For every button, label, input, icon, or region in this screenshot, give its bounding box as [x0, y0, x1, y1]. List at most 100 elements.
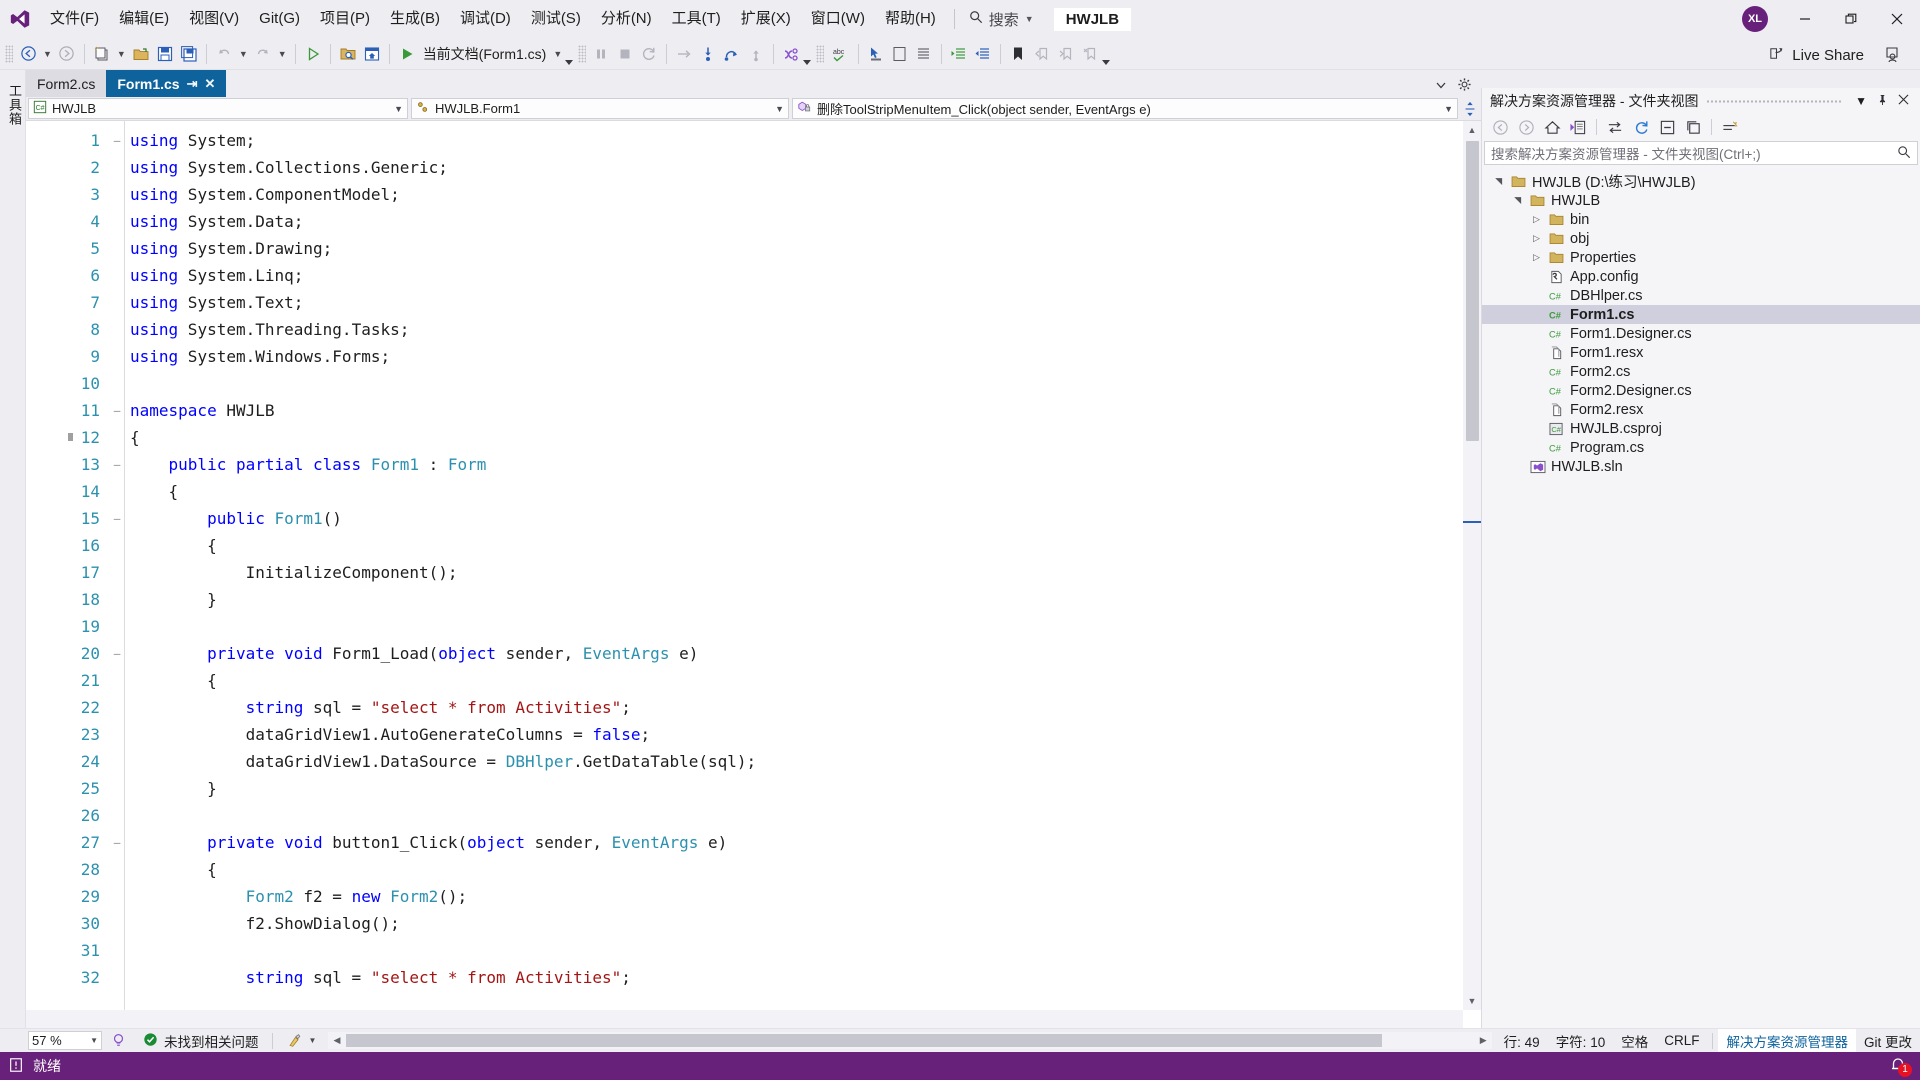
tree-item[interactable]: Form2.resx: [1482, 400, 1920, 419]
forward-icon[interactable]: [1514, 116, 1538, 138]
tree-item[interactable]: App.config: [1482, 267, 1920, 286]
menu-item-file[interactable]: 文件(F): [40, 0, 109, 38]
undo-icon[interactable]: [212, 40, 236, 68]
collapsed-twisty-icon[interactable]: ▷: [1530, 214, 1543, 225]
new-project-icon[interactable]: [90, 40, 114, 68]
expanded-twisty-icon[interactable]: ◢: [1512, 194, 1523, 207]
navbar-type-dropdown[interactable]: HWJLB.Form1 ▼: [411, 98, 789, 119]
code-text[interactable]: 1– using System; 2 using System.Collections…: [26, 127, 1481, 1028]
global-search-box[interactable]: 搜索 ▼: [963, 6, 1040, 32]
toolbar-grip[interactable]: [5, 44, 13, 63]
redo-dropdown-icon[interactable]: ▼: [275, 49, 290, 59]
toolbar-grip[interactable]: [816, 44, 825, 63]
code-line[interactable]: 9 using System.Windows.Forms;: [26, 343, 1481, 370]
code-line[interactable]: 8 using System.Threading.Tasks;: [26, 316, 1481, 343]
pin-panel-icon[interactable]: [1872, 94, 1893, 109]
solution-explorer-tree[interactable]: ◢ HWJLB (D:\练习\HWJLB) ◢ HWJLB ▷ bin ▷ obj ▷ Prope…: [1482, 168, 1920, 476]
pointer-select-icon[interactable]: [864, 40, 888, 68]
code-line[interactable]: 23 dataGridView1.AutoGenerateColumns = f…: [26, 721, 1481, 748]
run-target-dropdown-icon[interactable]: ▼: [550, 49, 565, 59]
live-share-session-icon[interactable]: [1884, 44, 1904, 69]
active-files-dropdown-icon[interactable]: [1435, 78, 1447, 96]
navbar-project-dropdown[interactable]: C# HWJLB ▼: [28, 98, 408, 119]
toolbox-tab[interactable]: 工具箱: [5, 84, 24, 126]
code-cleanup-button[interactable]: ▼: [278, 1033, 325, 1049]
toolbar-grip[interactable]: [578, 44, 587, 63]
fold-marker-icon[interactable]: –: [110, 127, 124, 154]
chevron-down-icon[interactable]: ▼: [1025, 14, 1034, 24]
menu-item-tools[interactable]: 工具(T): [662, 0, 731, 38]
tree-item[interactable]: ▷ bin: [1482, 210, 1920, 229]
start-without-debugging-icon[interactable]: [301, 40, 325, 68]
code-line[interactable]: 13– public partial class Form1 : Form: [26, 451, 1481, 478]
tree-item[interactable]: ▷ obj: [1482, 229, 1920, 248]
home-window-icon[interactable]: [360, 40, 384, 68]
code-line[interactable]: 29 Form2 f2 = new Form2();: [26, 883, 1481, 910]
show-next-statement-icon[interactable]: [672, 40, 696, 68]
scroll-right-arrow-icon[interactable]: ▶: [1475, 1032, 1492, 1049]
stop-icon[interactable]: [613, 40, 637, 68]
menu-item-build[interactable]: 生成(B): [380, 0, 450, 38]
navigate-back-dropdown-icon[interactable]: ▼: [40, 49, 55, 59]
expand-editor-splitter-icon[interactable]: [1459, 97, 1481, 120]
code-line[interactable]: 6 using System.Linq;: [26, 262, 1481, 289]
code-line[interactable]: 12 {: [26, 424, 1481, 451]
new-project-dropdown-icon[interactable]: ▼: [114, 49, 129, 59]
chevron-down-icon[interactable]: ▼: [386, 104, 403, 114]
bottom-horizontal-scrollbar[interactable]: ◀ ▶: [328, 1032, 1492, 1049]
search-folder-icon[interactable]: [336, 40, 360, 68]
bottom-scroll-thumb[interactable]: [346, 1034, 1382, 1047]
code-line[interactable]: 21 {: [26, 667, 1481, 694]
code-line[interactable]: 11– namespace HWJLB: [26, 397, 1481, 424]
fold-marker-icon[interactable]: –: [110, 640, 124, 667]
close-panel-icon[interactable]: [1893, 94, 1914, 108]
run-toolbar-overflow-icon[interactable]: [565, 41, 574, 67]
fold-marker-icon[interactable]: –: [110, 397, 124, 424]
avatar[interactable]: XL: [1742, 6, 1768, 32]
start-debugging-icon[interactable]: [395, 40, 419, 68]
pin-tab-icon[interactable]: ⇥: [187, 76, 198, 92]
editor-tab-form1[interactable]: Form1.cs ⇥ ✕: [106, 70, 227, 97]
clear-bookmarks-icon[interactable]: [1078, 40, 1102, 68]
menu-item-analyze[interactable]: 分析(N): [591, 0, 662, 38]
code-line[interactable]: 22 string sql = "select * from Activitie…: [26, 694, 1481, 721]
chevron-down-icon[interactable]: ▼: [90, 1036, 98, 1045]
menu-item-test[interactable]: 测试(S): [521, 0, 591, 38]
chevron-down-icon[interactable]: ▼: [1436, 104, 1453, 114]
code-line[interactable]: 1– using System;: [26, 127, 1481, 154]
sync-with-active-document-icon[interactable]: [1603, 116, 1627, 138]
tree-item[interactable]: C# Form2.Designer.cs: [1482, 381, 1920, 400]
expanded-twisty-icon[interactable]: ◢: [1493, 175, 1504, 188]
save-icon[interactable]: [153, 40, 177, 68]
pause-icon[interactable]: [589, 40, 613, 68]
show-all-files-icon[interactable]: [1681, 116, 1705, 138]
code-line[interactable]: 17 InitializeComponent();: [26, 559, 1481, 586]
switch-views-icon[interactable]: [1566, 116, 1590, 138]
back-icon[interactable]: [1488, 116, 1512, 138]
edit-toolbar-overflow-icon[interactable]: [1102, 41, 1111, 67]
code-line[interactable]: 10: [26, 370, 1481, 397]
panel-menu-chevron-icon[interactable]: ▼: [1850, 94, 1872, 108]
live-share-button[interactable]: Live Share: [1768, 42, 1864, 68]
code-line[interactable]: 20– private void Form1_Load(object sende…: [26, 640, 1481, 667]
code-line[interactable]: 5 using System.Drawing;: [26, 235, 1481, 262]
code-line[interactable]: 27– private void button1_Click(object se…: [26, 829, 1481, 856]
editor-vertical-scrollbar[interactable]: ▲ ▼: [1463, 121, 1481, 1010]
tree-item[interactable]: ◢ HWJLB (D:\练习\HWJLB): [1482, 172, 1920, 191]
code-line[interactable]: 26: [26, 802, 1481, 829]
scroll-up-arrow-icon[interactable]: ▲: [1463, 121, 1481, 139]
pane-tab-solution-explorer[interactable]: 解决方案资源管理器: [1718, 1028, 1856, 1053]
redo-icon[interactable]: [251, 40, 275, 68]
minimize-button[interactable]: [1782, 0, 1828, 38]
code-editor[interactable]: 1– using System; 2 using System.Collections…: [26, 121, 1481, 1028]
editor-horizontal-scrollbar[interactable]: [26, 1010, 1463, 1028]
undo-dropdown-icon[interactable]: ▼: [236, 49, 251, 59]
menu-item-edit[interactable]: 编辑(E): [109, 0, 179, 38]
code-line[interactable]: 25 }: [26, 775, 1481, 802]
thread-view-icon[interactable]: [779, 40, 803, 68]
tree-item[interactable]: C# Program.cs: [1482, 438, 1920, 457]
editor-scroll-thumb[interactable]: [1466, 141, 1479, 441]
step-out-icon[interactable]: [744, 40, 768, 68]
navbar-member-dropdown[interactable]: 删除ToolStripMenuItem_Click(object sender,…: [792, 98, 1458, 119]
editor-settings-gear-icon[interactable]: [1457, 77, 1472, 97]
